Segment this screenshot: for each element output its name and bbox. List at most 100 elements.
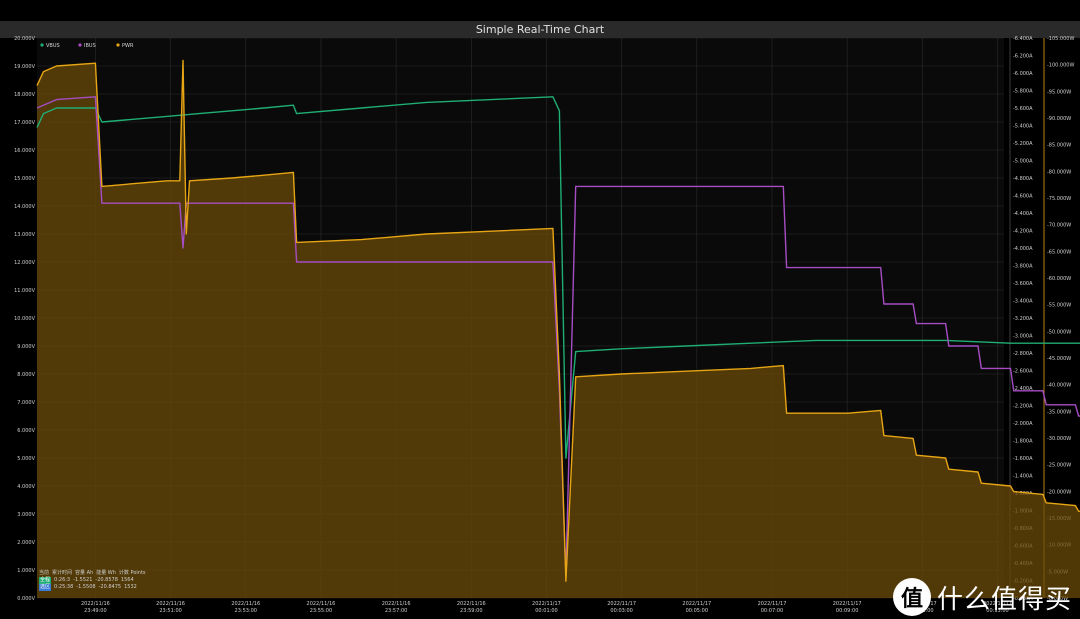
y-right1-tick-label: -6.400A: [1013, 36, 1033, 42]
y-left-tick-label: 2.000V: [17, 540, 35, 546]
x-tick-date: 2022/11/17: [758, 601, 787, 607]
y-left-tick-label: 16.000V: [14, 148, 35, 154]
y-left-tick-label: 20.000V: [14, 36, 35, 42]
stats-header-4: 计数 Points: [118, 570, 146, 576]
y-right1-tick-label: -5.400A: [1013, 124, 1033, 130]
stats-header-row: 当前 累计时间 容量 Ah 能量 Wh 计数 Points: [39, 570, 146, 577]
y-left-tick-label: 5.000V: [17, 456, 35, 462]
legend-label-vbus: VBUS: [46, 43, 60, 49]
y-left-tick-label: 14.000V: [14, 204, 35, 210]
y-right2-tick-label: -50.000W: [1047, 329, 1071, 335]
x-tick-time: 23:49:00: [84, 608, 106, 614]
x-tick-time: 23:57:00: [385, 608, 407, 614]
y-right1-tick-label: -3.000A: [1013, 334, 1033, 340]
y-right2-tick-label: -25.000W: [1047, 463, 1071, 469]
y-left-tick-label: 0.000V: [17, 596, 35, 602]
stats-value: -1.5521: [73, 577, 93, 583]
stats-row-total: 全程 0:26:3 -1.5521 -20.8578 1564: [39, 577, 146, 584]
x-tick-time: 00:03:00: [610, 608, 632, 614]
y-right1-tick-label: -5.600A: [1013, 106, 1033, 112]
y-right2-tick-label: -100.000W: [1047, 63, 1074, 69]
x-tick-date: 2022/11/16: [457, 601, 486, 607]
y-right2-tick-label: -75.000W: [1047, 196, 1071, 202]
x-tick-time: 23:51:00: [159, 608, 181, 614]
y-right2-tick-label: -85.000W: [1047, 143, 1071, 149]
stats-header-1: 累计时间: [52, 570, 73, 576]
stats-row-selection: 选区 0:25:38 -1.5508 -20.8475 1532: [39, 584, 146, 591]
x-tick-time: 23:53:00: [235, 608, 257, 614]
y-right1-tick-label: -3.600A: [1013, 281, 1033, 287]
stats-panel: 当前 累计时间 容量 Ah 能量 Wh 计数 Points 全程 0:26:3 …: [39, 570, 146, 591]
legend-label-pwr: PWR: [122, 43, 134, 49]
stats-tag-selection: 选区: [39, 584, 52, 591]
y-left-tick-label: 12.000V: [14, 260, 35, 266]
y-left-tick-label: 17.000V: [14, 120, 35, 126]
y-right2-tick-label: -45.000W: [1047, 356, 1071, 362]
y-right1-tick-label: -4.200A: [1013, 229, 1033, 235]
x-tick-time: 00:09:00: [836, 608, 858, 614]
y-right1-tick-label: -6.200A: [1013, 54, 1033, 60]
stats-header-3: 能量 Wh: [96, 570, 116, 576]
y-right1-tick-label: -4.000A: [1013, 246, 1033, 252]
y-right2-tick-label: -20.000W: [1047, 489, 1071, 495]
watermark-logo-icon: 值: [892, 578, 931, 616]
y-left-tick-label: 11.000V: [14, 288, 35, 294]
y-left-tick-label: 10.000V: [14, 316, 35, 322]
y-right1-tick-label: -5.000A: [1013, 159, 1033, 165]
y-right1-tick-label: -4.600A: [1013, 194, 1033, 200]
x-tick-time: 23:55:00: [310, 608, 332, 614]
stats-value: 0:26:3: [54, 577, 71, 583]
y-right1-tick-label: -1.800A: [1013, 439, 1033, 445]
y-right2-tick-label: -60.000W: [1047, 276, 1071, 282]
y-right1-tick-label: -4.800A: [1013, 176, 1033, 182]
y-right2-tick-label: -90.000W: [1047, 116, 1071, 122]
x-tick-time: 23:59:00: [460, 608, 482, 614]
stats-value: -20.8475: [98, 584, 122, 590]
y-right2-tick-label: -30.000W: [1047, 436, 1071, 442]
y-left-tick-label: 6.000V: [17, 428, 35, 434]
y-left-tick-label: 3.000V: [17, 512, 35, 518]
x-tick-date: 2022/11/17: [682, 601, 711, 607]
y-right1-tick-label: -5.200A: [1013, 141, 1033, 147]
y-right1-tick-label: -2.200A: [1013, 404, 1033, 410]
stats-tag-total: 全程: [39, 577, 52, 584]
x-tick-date: 2022/11/17: [833, 601, 862, 607]
y-left-tick-label: 13.000V: [14, 232, 35, 238]
y-right1-tick-label: -3.400A: [1013, 299, 1033, 305]
y-right1-tick-label: -4.400A: [1013, 211, 1033, 217]
y-left-tick-label: 9.000V: [17, 344, 35, 350]
y-right1-tick-label: -2.000A: [1013, 421, 1033, 427]
y-right1-tick-label: -5.800A: [1013, 89, 1033, 95]
legend-marker-pwr: [116, 43, 120, 47]
y-right2-tick-label: -95.000W: [1047, 89, 1071, 95]
y-right2-tick-label: -70.000W: [1047, 223, 1071, 229]
x-tick-date: 2022/11/16: [231, 601, 260, 607]
y-right1-tick-label: -1.600A: [1013, 456, 1033, 462]
x-tick-time: 00:01:00: [535, 608, 557, 614]
line-chart[interactable]: 0.000V 1.000V 2.000V 3.000V 4.000V 5.000V 6.00…: [0, 0, 1080, 619]
y-right2-tick-label: -105.000W: [1047, 36, 1074, 42]
y-right2-tick-label: -35.000W: [1047, 409, 1071, 415]
y-left-tick-label: 4.000V: [17, 484, 35, 490]
stats-value: -20.8578: [95, 577, 118, 583]
y-left-tick-label: 7.000V: [17, 400, 35, 406]
stats-value: 0:25:38: [54, 584, 74, 590]
watermark-text: 什么值得买: [936, 584, 1072, 615]
x-tick-date: 2022/11/17: [532, 601, 561, 607]
y-right1-tick-label: -3.200A: [1013, 316, 1033, 322]
x-tick-date: 2022/11/17: [607, 601, 636, 607]
y-right2-tick-label: -65.000W: [1047, 249, 1071, 255]
legend-marker-vbus: [40, 43, 44, 47]
x-tick-date: 2022/11/16: [156, 601, 185, 607]
x-tick-time: 00:07:00: [761, 608, 783, 614]
stats-value: 1564: [120, 577, 134, 583]
stats-header-2: 容量 Ah: [75, 570, 94, 576]
y-right2-tick-label: -40.000W: [1047, 383, 1071, 389]
y-right2-tick-label: -55.000W: [1047, 303, 1071, 309]
stats-header-0: 当前: [39, 570, 50, 576]
y-right1-tick-label: -6.000A: [1013, 71, 1033, 77]
y-left-tick-label: 15.000V: [14, 176, 35, 182]
y-right1-tick-label: -3.800A: [1013, 264, 1033, 270]
y-left-tick-label: 8.000V: [17, 372, 35, 378]
y-right1-tick-label: -2.800A: [1013, 351, 1033, 357]
